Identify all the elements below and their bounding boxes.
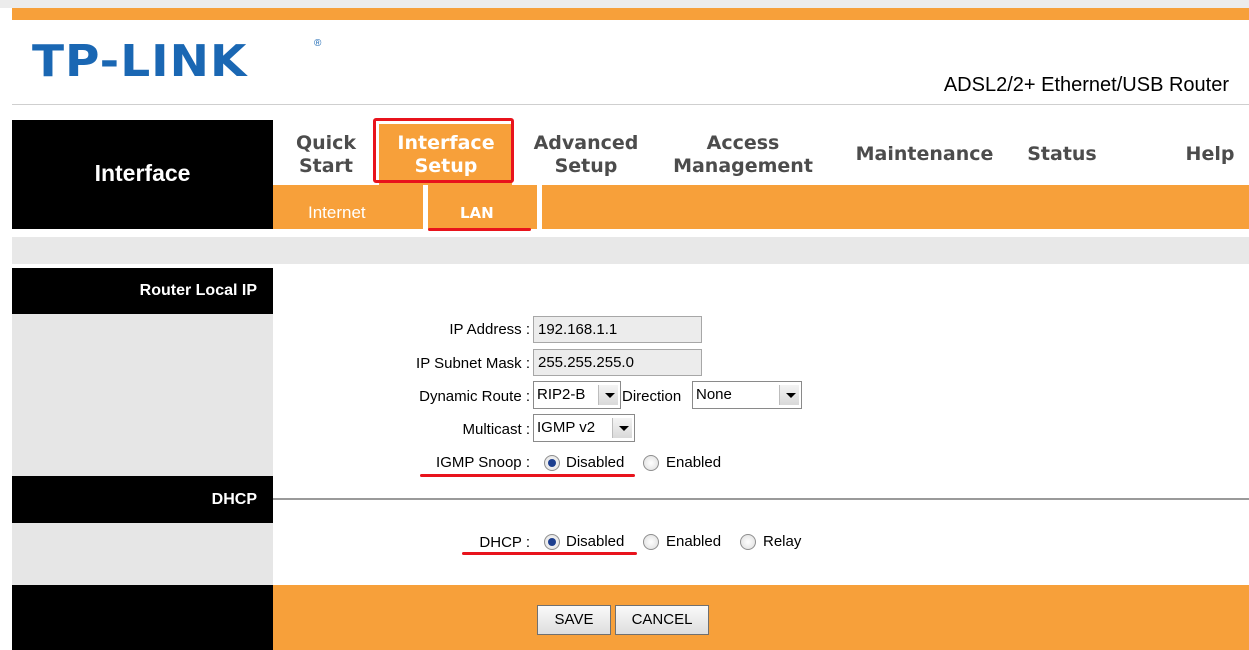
tab-advanced-setup[interactable]: Advanced Setup <box>524 132 648 178</box>
igmp-snoop-label: IGMP Snoop : <box>436 454 530 471</box>
tab-access-management[interactable]: Access Management <box>668 132 818 178</box>
tab-maintenance[interactable]: Maintenance <box>852 143 997 166</box>
subnav-bar <box>273 185 1249 229</box>
footer-left-panel <box>12 585 273 650</box>
subtab-lan[interactable]: LAN <box>460 204 494 222</box>
ip-address-field[interactable]: 192.168.1.1 <box>533 316 702 343</box>
header-divider <box>12 104 1249 105</box>
multicast-select[interactable]: IGMP v2 <box>533 414 635 442</box>
interface-setup-highlight <box>373 118 514 183</box>
direction-label: Direction <box>622 388 682 405</box>
direction-select[interactable]: None <box>692 381 802 409</box>
multicast-label: Multicast : <box>462 421 530 438</box>
igmp-snoop-enabled-label: Enabled <box>666 454 722 471</box>
dhcp-divider <box>273 498 1249 500</box>
top-border <box>0 0 1249 8</box>
chevron-down-icon <box>598 385 618 405</box>
dynamic-route-value: RIP2-B <box>537 386 586 403</box>
igmp-snoop-enabled-radio[interactable] <box>643 455 659 471</box>
igmp-snoop-disabled-radio[interactable] <box>544 455 560 471</box>
tab-status[interactable]: Status <box>1022 143 1102 166</box>
left-gray-panel <box>12 314 273 476</box>
igmp-snoop-underline <box>420 474 635 477</box>
dhcp-enabled-radio[interactable] <box>643 534 659 550</box>
multicast-value: IGMP v2 <box>537 419 596 436</box>
dhcp-enabled-label: Enabled <box>666 533 722 550</box>
tab-quick-start[interactable]: Quick Start <box>288 132 364 178</box>
left-gray-panel-2 <box>12 523 273 585</box>
subtab-separator-left <box>423 185 428 229</box>
footer-bar <box>273 585 1249 650</box>
tab-help[interactable]: Help <box>1180 143 1240 166</box>
lan-underline <box>428 228 531 231</box>
subnet-mask-field[interactable]: 255.255.255.0 <box>533 349 702 376</box>
subnet-mask-label: IP Subnet Mask : <box>416 355 530 372</box>
igmp-snoop-disabled-label: Disabled <box>566 454 625 471</box>
top-accent-bar <box>12 8 1249 20</box>
dhcp-disabled-label: Disabled <box>566 533 625 550</box>
content-top-strip <box>12 237 1249 264</box>
dhcp-underline <box>462 552 637 555</box>
ip-address-label: IP Address : <box>449 321 530 338</box>
dhcp-relay-radio[interactable] <box>740 534 756 550</box>
router-local-ip-label: Router Local IP <box>12 268 273 314</box>
dynamic-route-label: Dynamic Route : <box>419 388 530 405</box>
dynamic-route-select[interactable]: RIP2-B <box>533 381 621 409</box>
logo-registered-mark: ® <box>314 38 322 49</box>
tplink-logo: TP-LINK <box>32 36 248 87</box>
dhcp-section-label: DHCP <box>12 476 273 523</box>
direction-value: None <box>696 386 732 403</box>
cancel-button[interactable]: CANCEL <box>615 605 709 635</box>
subtab-separator-right <box>537 185 542 229</box>
nav-section-title: Interface <box>94 160 191 186</box>
chevron-down-icon <box>612 418 632 438</box>
subtab-internet[interactable]: Internet <box>308 203 366 223</box>
dhcp-label: DHCP : <box>479 534 530 551</box>
chevron-down-icon <box>779 385 799 405</box>
save-button[interactable]: SAVE <box>537 605 611 635</box>
dhcp-relay-label: Relay <box>763 533 802 550</box>
product-name: ADSL2/2+ Ethernet/USB Router <box>943 74 1229 96</box>
dhcp-disabled-radio[interactable] <box>544 534 560 550</box>
